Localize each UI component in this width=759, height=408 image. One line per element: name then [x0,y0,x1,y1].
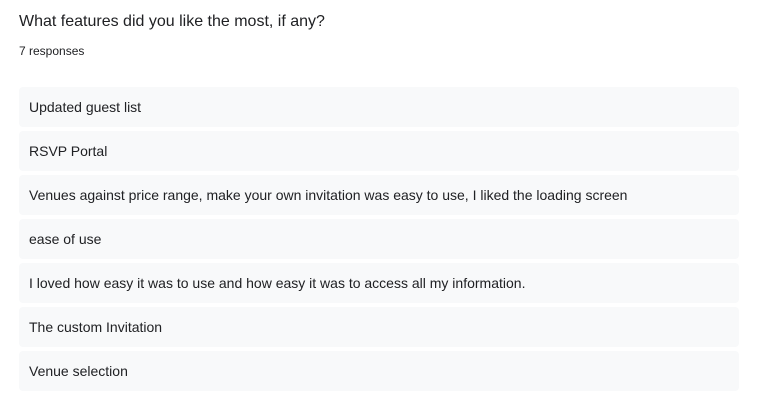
response-item: ease of use [19,219,739,259]
response-item: Venues against price range, make your ow… [19,175,739,215]
response-item: Venue selection [19,351,739,391]
response-item: The custom Invitation [19,307,739,347]
question-title: What features did you like the most, if … [19,13,325,30]
response-list: Updated guest list RSVP Portal Venues ag… [19,87,739,395]
response-item: Updated guest list [19,87,739,127]
response-item: RSVP Portal [19,131,739,171]
response-count: 7 responses [19,44,85,58]
response-item: I loved how easy it was to use and how e… [19,263,739,303]
